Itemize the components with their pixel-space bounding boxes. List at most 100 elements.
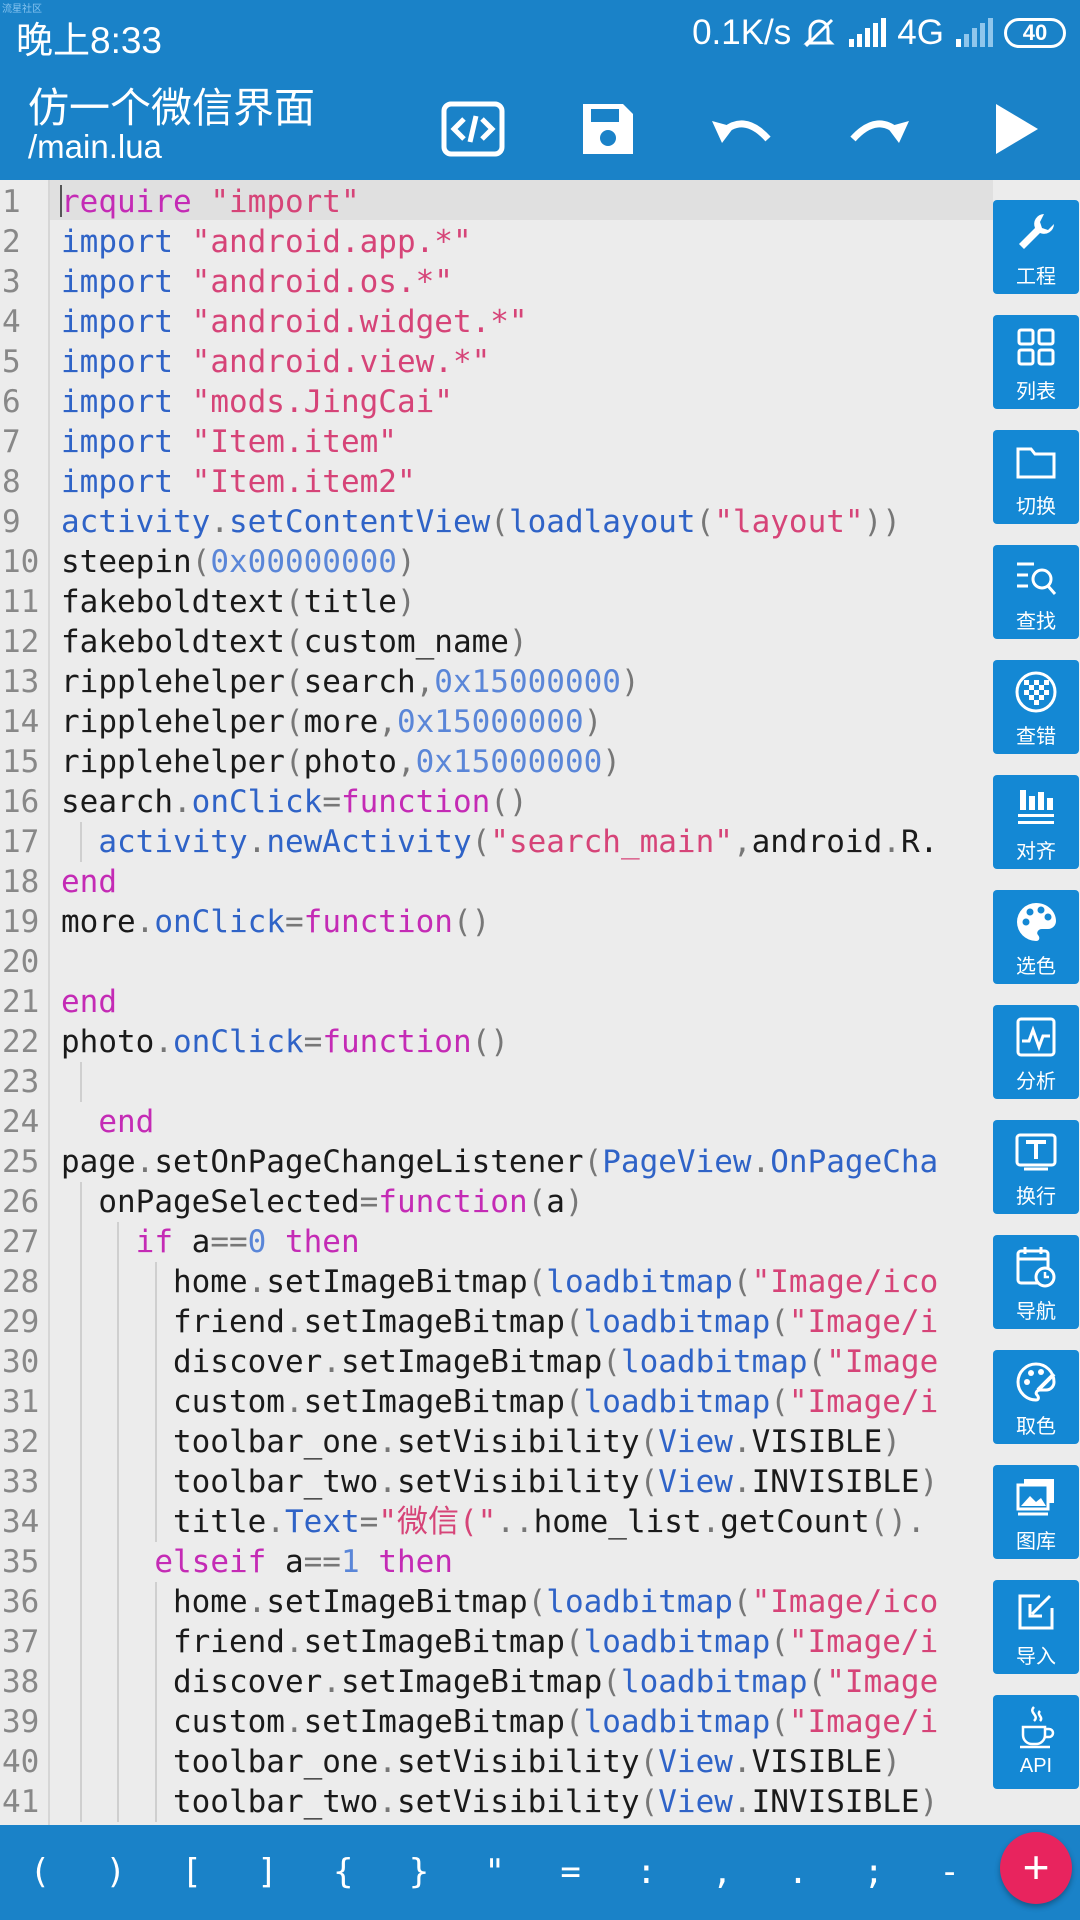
symbol-key[interactable]: }: [389, 1825, 449, 1920]
code-token: require: [61, 184, 192, 220]
code-line[interactable]: 25 page.setOnPageChangeListener(PageView.…: [0, 1142, 993, 1182]
code-token: loadbitmap: [583, 1304, 771, 1340]
code-line[interactable]: 10 steepin(0x00000000): [0, 542, 993, 582]
side-button-gallery[interactable]: 图库: [993, 1465, 1079, 1559]
undo-button[interactable]: [708, 94, 778, 164]
symbol-key[interactable]: :: [616, 1825, 676, 1920]
code-line[interactable]: 30 discover.setImageBitmap(loadbitmap("I…: [0, 1342, 993, 1382]
code-line[interactable]: 32 toolbar_one.setVisibility(View.VISIBL…: [0, 1422, 993, 1462]
side-button-color-picker[interactable]: 取色: [993, 1350, 1079, 1444]
code-line[interactable]: 20: [0, 942, 993, 982]
side-button-label: 分析: [1016, 1071, 1056, 1093]
code-line[interactable]: 37 friend.setImageBitmap(loadbitmap("Ima…: [0, 1622, 993, 1662]
code-token: "Image/i: [788, 1304, 939, 1340]
code-token: end: [61, 984, 117, 1020]
side-button-palette[interactable]: 选色: [993, 890, 1079, 984]
side-button-search-list[interactable]: 查找: [993, 545, 1079, 639]
code-token: 0x15000000: [434, 664, 621, 700]
code-editor[interactable]: 1 require "import" 2 import "android.app.*"…: [0, 180, 993, 1825]
symbol-key[interactable]: ): [86, 1825, 146, 1920]
add-fab-button[interactable]: +: [1000, 1832, 1072, 1904]
code-line[interactable]: 35 elseif a==1 then: [0, 1542, 993, 1582]
code-line[interactable]: 34 title.Text="微信("..home_list.getCount(…: [0, 1502, 993, 1542]
code-line[interactable]: 16 search.onClick=function(): [0, 782, 993, 822]
code-line[interactable]: 1 require "import": [0, 182, 993, 222]
code-line[interactable]: 41 toolbar_two.setVisibility(View.INVISI…: [0, 1782, 993, 1822]
symbol-key[interactable]: ": [465, 1825, 525, 1920]
code-line[interactable]: 13 ripplehelper(search,0x15000000): [0, 662, 993, 702]
code-line[interactable]: 40 toolbar_one.setVisibility(View.VISIBL…: [0, 1742, 993, 1782]
code-line[interactable]: 7 import "Item.item": [0, 422, 993, 462]
symbol-key[interactable]: .: [768, 1825, 828, 1920]
code-line[interactable]: 27 if a==0 then: [0, 1222, 993, 1262]
side-button-wrap[interactable]: 换行: [993, 1120, 1079, 1214]
code-token: setVisibility: [396, 1784, 640, 1820]
code-line[interactable]: 8 import "Item.item2": [0, 462, 993, 502]
symbol-key[interactable]: [: [162, 1825, 222, 1920]
code-line[interactable]: 15 ripplehelper(photo,0x15000000): [0, 742, 993, 782]
code-line[interactable]: 19 more.onClick=function(): [0, 902, 993, 942]
code-line[interactable]: 5 import "android.view.*": [0, 342, 993, 382]
code-token: function: [378, 1184, 528, 1220]
code-line[interactable]: 18 end: [0, 862, 993, 902]
code-text: require "import": [61, 182, 360, 222]
code-line[interactable]: 33 toolbar_two.setVisibility(View.INVISI…: [0, 1462, 993, 1502]
code-line[interactable]: 4 import "android.widget.*": [0, 302, 993, 342]
code-line[interactable]: 3 import "android.os.*": [0, 262, 993, 302]
code-line[interactable]: 28 home.setImageBitmap(loadbitmap("Image…: [0, 1262, 993, 1302]
save-button[interactable]: [573, 94, 643, 164]
code-token: import: [61, 264, 173, 300]
code-token: home_list: [533, 1504, 702, 1540]
code-text: toolbar_one.setVisibility(View.VISIBLE): [61, 1422, 901, 1462]
code-line[interactable]: 26 onPageSelected=function(a): [0, 1182, 993, 1222]
line-number: 34: [2, 1504, 40, 1540]
side-button-label: 导航: [1016, 1301, 1056, 1323]
code-text: photo.onClick=function(): [61, 1022, 509, 1062]
code-token: setImageBitmap: [303, 1704, 565, 1740]
code-line[interactable]: 21 end: [0, 982, 993, 1022]
side-button-wrench[interactable]: 工程: [993, 200, 1079, 294]
symbol-key[interactable]: ;: [844, 1825, 904, 1920]
side-button-analysis[interactable]: 分析: [993, 1005, 1079, 1099]
code-line[interactable]: 12 fakeboldtext(custom_name): [0, 622, 993, 662]
side-button-grid[interactable]: 列表: [993, 315, 1079, 409]
run-button[interactable]: [982, 94, 1052, 164]
code-line[interactable]: 23: [0, 1062, 993, 1102]
code-line[interactable]: 2 import "android.app.*": [0, 222, 993, 262]
symbol-key[interactable]: -: [920, 1825, 980, 1920]
code-line[interactable]: 36 home.setImageBitmap(loadbitmap("Image…: [0, 1582, 993, 1622]
code-line[interactable]: 6 import "mods.JingCai": [0, 382, 993, 422]
side-button-mosaic[interactable]: 查错: [993, 660, 1079, 754]
code-line[interactable]: 11 fakeboldtext(title): [0, 582, 993, 622]
code-line[interactable]: 22 photo.onClick=function(): [0, 1022, 993, 1062]
code-line[interactable]: 9 activity.setContentView(loadlayout("lay…: [0, 502, 993, 542]
side-button-label: 查错: [1016, 726, 1056, 748]
code-token: "android.view.*": [191, 344, 491, 380]
side-button-folder[interactable]: 切换: [993, 430, 1079, 524]
code-line[interactable]: 31 custom.setImageBitmap(loadbitmap("Ima…: [0, 1382, 993, 1422]
symbol-key[interactable]: {: [313, 1825, 373, 1920]
symbol-key[interactable]: =: [541, 1825, 601, 1920]
symbol-key[interactable]: (: [10, 1825, 70, 1920]
code-line[interactable]: 39 custom.setImageBitmap(loadbitmap("Ima…: [0, 1702, 993, 1742]
code-token: loadlayout: [508, 504, 696, 540]
symbol-key[interactable]: ]: [237, 1825, 297, 1920]
side-button-align[interactable]: 对齐: [993, 775, 1079, 869]
code-line[interactable]: 38 discover.setImageBitmap(loadbitmap("I…: [0, 1662, 993, 1702]
code-line[interactable]: 17 activity.newActivity("search_main",an…: [0, 822, 993, 862]
redo-button[interactable]: [843, 94, 913, 164]
code-line[interactable]: 24 end: [0, 1102, 993, 1142]
code-token: setContentView: [228, 504, 491, 540]
side-button-java-cup[interactable]: API: [993, 1695, 1079, 1789]
code-text: fakeboldtext(title): [61, 582, 416, 622]
code-token: ripplehelper: [61, 664, 285, 700]
side-button-calendar-clock[interactable]: 导航: [993, 1235, 1079, 1329]
code-button[interactable]: [438, 94, 508, 164]
code-token: "Image/i: [788, 1384, 939, 1420]
symbol-key[interactable]: ,: [692, 1825, 752, 1920]
code-line[interactable]: 29 friend.setImageBitmap(loadbitmap("Ima…: [0, 1302, 993, 1342]
code-token: "Image: [826, 1664, 939, 1700]
code-token: toolbar_one: [61, 1424, 379, 1460]
side-button-import[interactable]: 导入: [993, 1580, 1079, 1674]
code-line[interactable]: 14 ripplehelper(more,0x15000000): [0, 702, 993, 742]
